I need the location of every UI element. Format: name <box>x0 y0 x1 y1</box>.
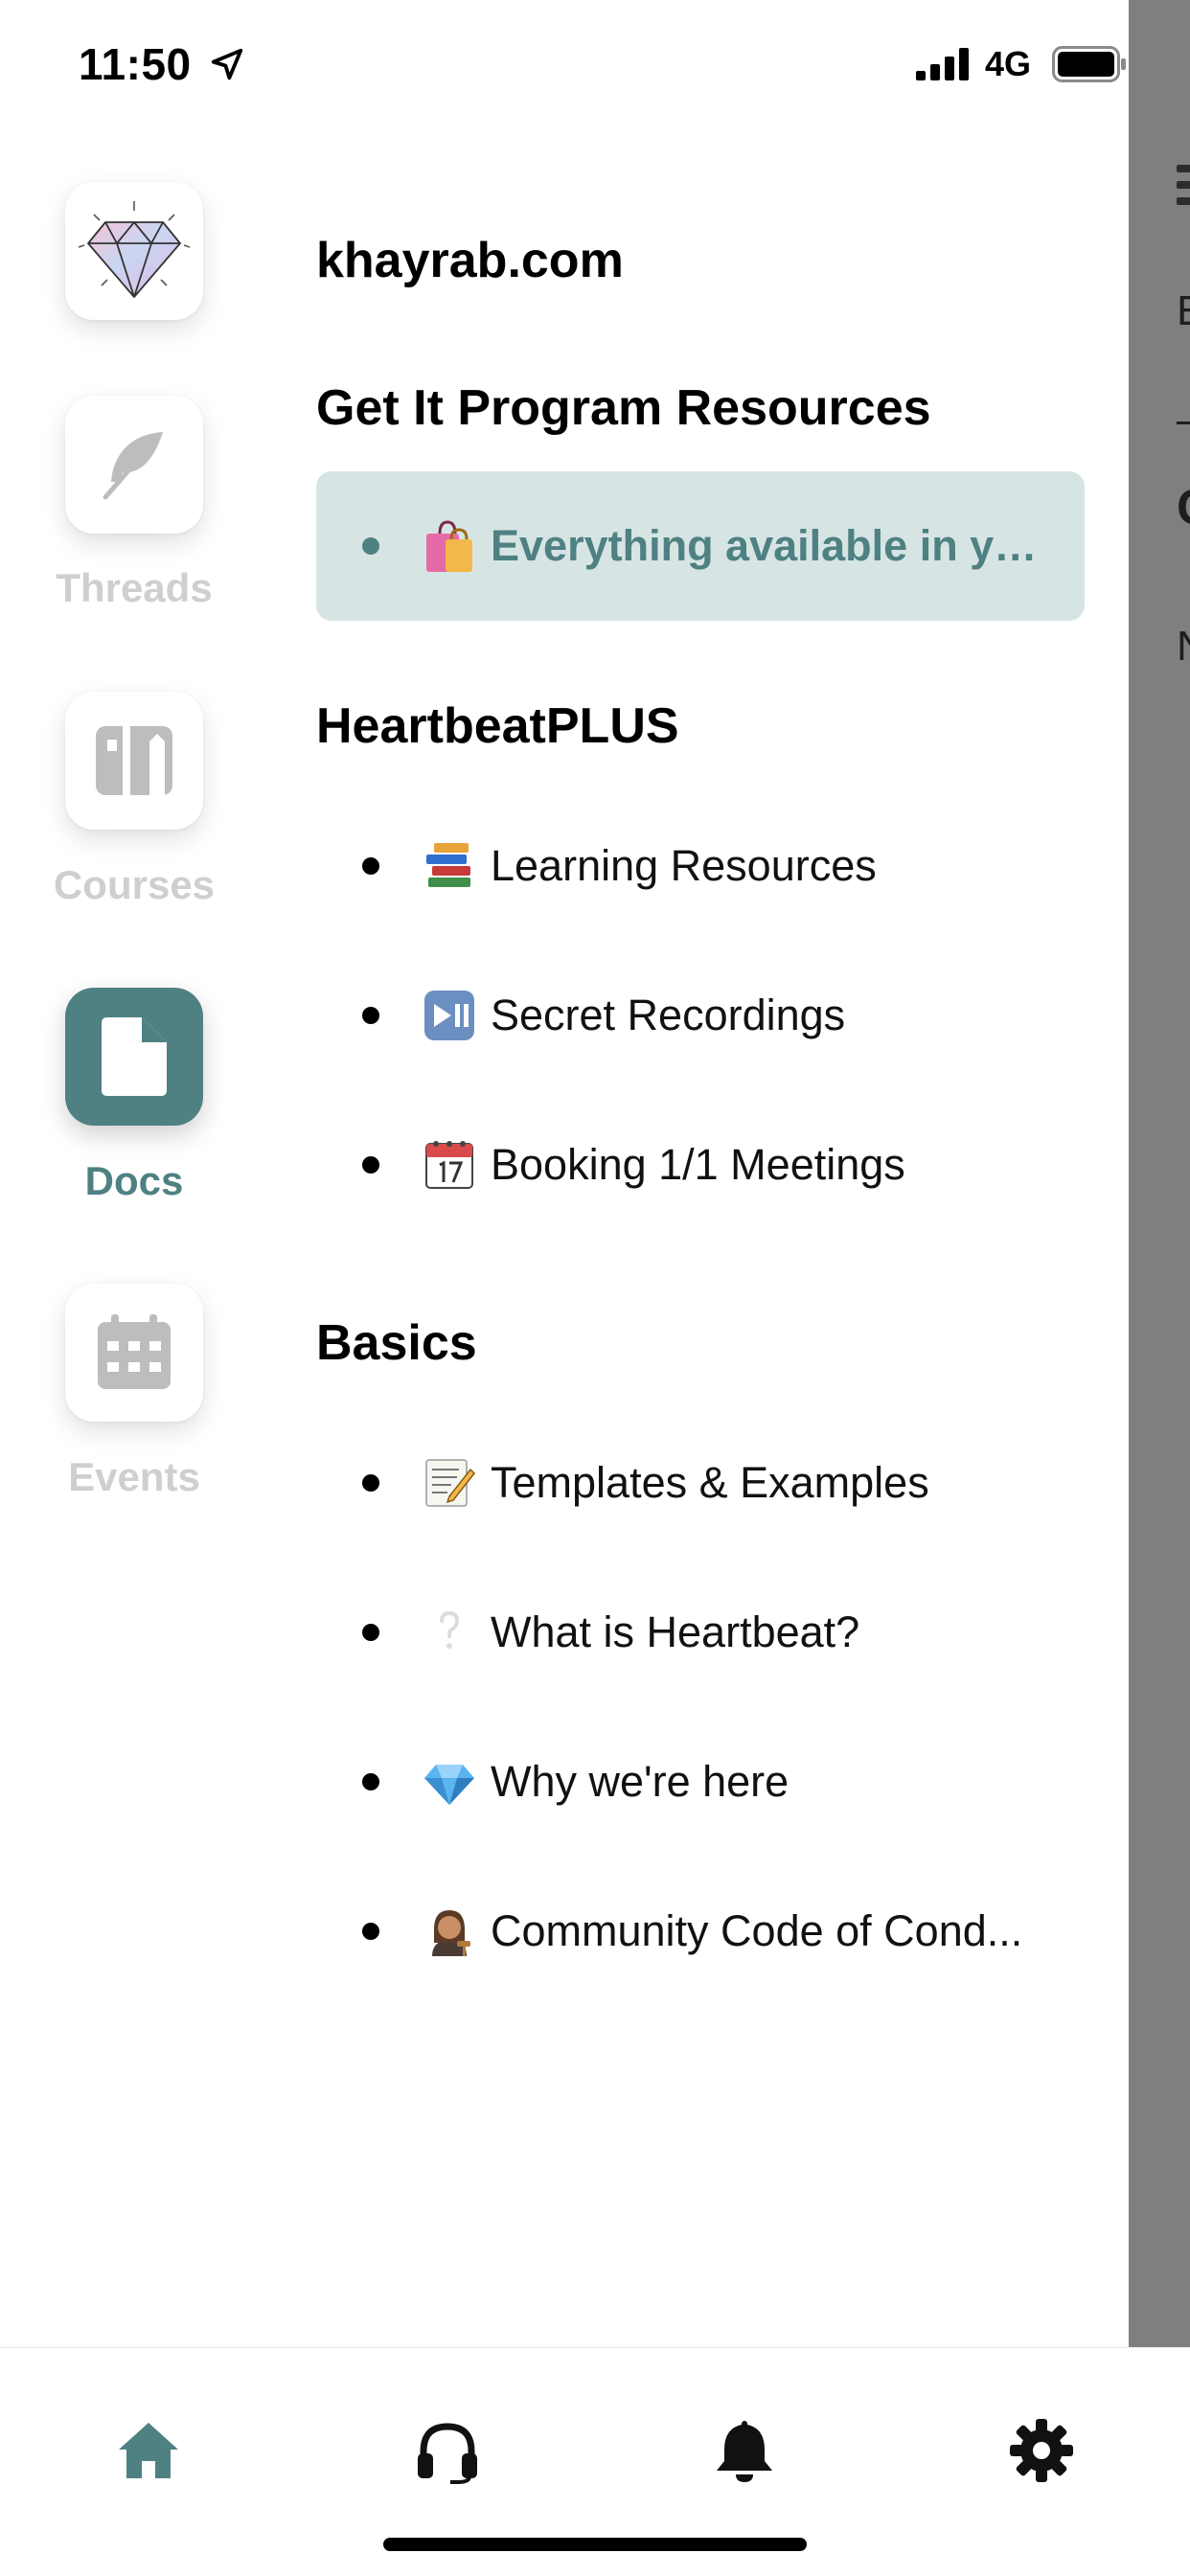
doc-item[interactable]: What is Heartbeat? <box>316 1558 1085 1707</box>
doc-label: Community Code of Cond... <box>491 1906 1023 1955</box>
underlay-text: E <box>1177 287 1190 335</box>
calendar-17-icon <box>422 1137 477 1193</box>
status-time: 11:50 <box>79 39 192 89</box>
cellular-signal-icon <box>916 48 969 80</box>
home-indicator <box>383 2538 807 2551</box>
doc-item[interactable]: Learning Resources <box>316 791 1085 941</box>
rail-courses-button[interactable] <box>65 692 203 830</box>
rail-docs-button[interactable] <box>65 988 203 1126</box>
battery-icon <box>1052 46 1126 82</box>
doc-item[interactable]: Why we're here <box>316 1707 1085 1857</box>
doc-item[interactable]: Community Code of Cond... <box>316 1857 1085 2006</box>
menu-icon <box>1177 165 1190 209</box>
section-title: Get It Program Resources <box>316 380 931 436</box>
doc-item[interactable]: Secret Recordings <box>316 941 1085 1090</box>
doc-label: Templates & Examples <box>491 1458 929 1507</box>
network-type: 4G <box>985 44 1032 83</box>
doc-label: Learning Resources <box>491 841 877 890</box>
rail-courses-label[interactable]: Courses <box>19 862 249 908</box>
workspace-title: khayrab.com <box>316 233 624 288</box>
white-question-icon <box>422 1605 477 1660</box>
rail-docs-label[interactable]: Docs <box>19 1158 249 1204</box>
gear-icon[interactable] <box>1008 2417 1075 2484</box>
doc-label: What is Heartbeat? <box>491 1607 860 1656</box>
woman-judge-icon <box>422 1904 477 1959</box>
section-title: HeartbeatPLUS <box>316 698 679 754</box>
diamond-logo-icon <box>78 201 191 298</box>
bullet <box>362 1773 379 1790</box>
bullet <box>362 1156 379 1174</box>
home-icon[interactable] <box>115 2417 182 2484</box>
books-icon <box>422 838 477 894</box>
location-arrow-icon <box>211 48 243 80</box>
gem-icon <box>422 1754 477 1810</box>
rail-events-button[interactable] <box>65 1284 203 1422</box>
underlay-text: N <box>1177 623 1190 671</box>
doc-label: Everything available in yo... <box>491 521 1056 570</box>
doc-item[interactable]: Templates & Examples <box>316 1408 1085 1558</box>
memo-icon <box>422 1455 477 1511</box>
doc-label: Secret Recordings <box>491 991 846 1039</box>
headphones-icon[interactable] <box>414 2417 481 2484</box>
rail-threads-button[interactable] <box>65 396 203 534</box>
document-icon <box>102 1017 167 1096</box>
doc-item[interactable]: Booking 1/1 Meetings <box>316 1090 1085 1240</box>
underlay-page: E C N <box>1129 0 1190 2347</box>
shopping-bags-icon <box>422 518 477 574</box>
bullet <box>362 1923 379 1940</box>
calendar-icon <box>98 1314 171 1389</box>
course-icon <box>96 726 172 795</box>
doc-label: Why we're here <box>491 1757 790 1806</box>
bottom-tab-bar <box>0 2347 1190 2576</box>
bullet <box>362 1007 379 1024</box>
bullet <box>362 537 379 555</box>
doc-label: Booking 1/1 Meetings <box>491 1140 905 1189</box>
bullet <box>362 1474 379 1492</box>
rail-events-label[interactable]: Events <box>19 1454 249 1500</box>
play-pause-icon <box>422 988 477 1043</box>
bullet <box>362 857 379 875</box>
underlay-text: C <box>1177 479 1190 536</box>
section-title: Basics <box>316 1315 477 1371</box>
underlay-divider <box>1177 422 1190 424</box>
rail-threads-label[interactable]: Threads <box>19 565 249 611</box>
status-bar: 11:50 4G <box>0 0 1129 125</box>
bullet <box>362 1624 379 1641</box>
feather-icon <box>103 432 163 500</box>
workspace-logo[interactable] <box>65 182 203 320</box>
doc-item[interactable]: Everything available in yo... <box>316 471 1085 621</box>
bell-icon[interactable] <box>711 2417 778 2484</box>
